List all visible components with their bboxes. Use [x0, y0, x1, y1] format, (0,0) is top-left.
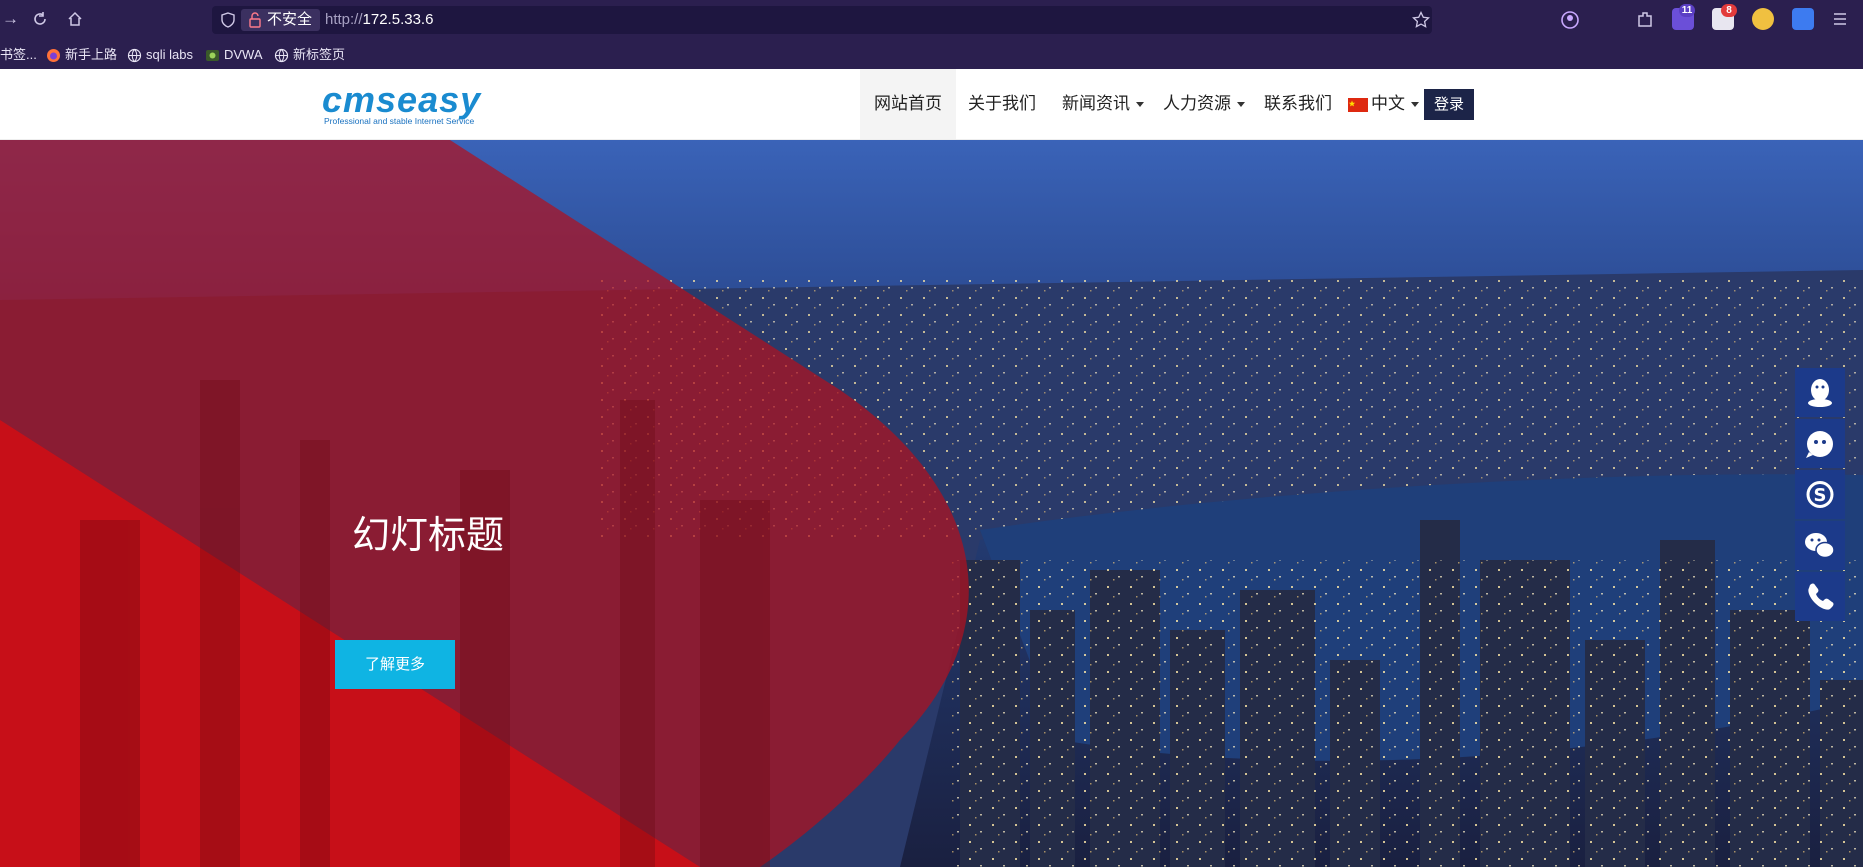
url-prefix: http://: [325, 11, 363, 28]
hero-title: 幻灯标题: [352, 515, 505, 557]
wechat-button[interactable]: [1795, 521, 1845, 570]
extension-2-badge: 8: [1721, 4, 1737, 17]
phone-button[interactable]: [1795, 572, 1845, 621]
url-bar[interactable]: 不安全 http://172.5.33.6: [212, 6, 1432, 34]
nav-label: 网站首页: [874, 94, 942, 113]
caret-down-icon: [1237, 102, 1245, 108]
bookmark-folder[interactable]: 书签...: [0, 45, 37, 65]
qq-icon: [1808, 379, 1832, 407]
shield-icon[interactable]: [220, 12, 236, 28]
qq-button[interactable]: [1795, 368, 1845, 417]
chat-button[interactable]: [1795, 419, 1845, 468]
forward-icon[interactable]: →: [2, 9, 19, 29]
site-header: cmseasy Professional and stable Internet…: [0, 69, 1863, 140]
insecure-badge[interactable]: 不安全: [241, 9, 321, 31]
caret-down-icon: [1136, 102, 1144, 108]
svg-text:S: S: [1814, 485, 1827, 506]
learn-more-button[interactable]: 了解更多: [335, 640, 455, 689]
nav-news[interactable]: 新闻资讯: [1062, 69, 1144, 139]
bookmark-new-tab[interactable]: 新标签页: [274, 45, 345, 65]
extension-1-badge: 11: [1679, 4, 1695, 17]
extension-3-icon[interactable]: [1752, 8, 1774, 30]
bookmark-label: sqli labs: [146, 47, 193, 62]
wechat-icon: [1805, 533, 1835, 559]
insecure-label: 不安全: [267, 11, 313, 28]
nav-label: 人力资源: [1163, 94, 1231, 113]
chat-bubble-icon: [1806, 431, 1833, 458]
hero-background: [0, 140, 1863, 867]
browser-toolbar: → 不安全 http://172.5.33.6 11 8: [0, 0, 1863, 40]
star-icon[interactable]: [1412, 11, 1430, 29]
login-button[interactable]: 登录: [1424, 89, 1474, 120]
extensions-icon[interactable]: [1636, 10, 1654, 30]
extension-4-icon[interactable]: [1792, 8, 1814, 30]
nav-hr[interactable]: 人力资源: [1163, 69, 1245, 139]
nav-label: 新闻资讯: [1062, 94, 1130, 113]
bookmark-label: 新手上路: [65, 47, 118, 62]
home-icon[interactable]: [67, 11, 83, 27]
menu-icon[interactable]: [1832, 11, 1848, 27]
dvwa-icon: [206, 50, 219, 62]
bookmark-getting-started[interactable]: 新手上路: [46, 45, 117, 65]
website-viewport: cmseasy Professional and stable Internet…: [0, 69, 1863, 867]
bookmark-label: DVWA: [224, 47, 263, 62]
url-text[interactable]: http://172.5.33.6: [325, 9, 433, 31]
logo-wordmark: cmseasy: [322, 79, 482, 120]
unlocked-icon: [249, 12, 261, 28]
bookmark-sqli-labs[interactable]: sqli labs: [127, 45, 193, 65]
globe-icon: [127, 48, 142, 63]
nav-label: 关于我们: [968, 94, 1036, 113]
china-flag-icon: [1348, 97, 1368, 112]
reload-icon[interactable]: [32, 11, 48, 27]
nav-label: 联系我们: [1264, 94, 1332, 113]
nav-about[interactable]: 关于我们: [968, 69, 1036, 139]
url-host: 172.5.33.6: [362, 11, 434, 28]
skype-button[interactable]: S: [1795, 470, 1845, 519]
logo-tagline: Professional and stable Internet Service: [324, 116, 475, 126]
bookmark-dvwa[interactable]: DVWA: [205, 45, 263, 65]
nav-label: 中文: [1371, 94, 1405, 113]
firefox-icon: [47, 49, 60, 63]
bookmark-label: 新标签页: [293, 47, 346, 62]
caret-down-icon: [1411, 102, 1419, 108]
globe-icon: [274, 48, 289, 63]
nav-language[interactable]: 中文: [1348, 69, 1419, 139]
nav-contact[interactable]: 联系我们: [1264, 69, 1332, 139]
skype-icon: S: [1806, 481, 1834, 508]
nav-home[interactable]: 网站首页: [860, 69, 956, 139]
account-icon[interactable]: [1560, 10, 1580, 30]
hero-slider: 幻灯标题 了解更多: [0, 140, 1863, 867]
phone-icon: [1808, 583, 1834, 610]
bookmark-label: 书签...: [0, 47, 37, 62]
